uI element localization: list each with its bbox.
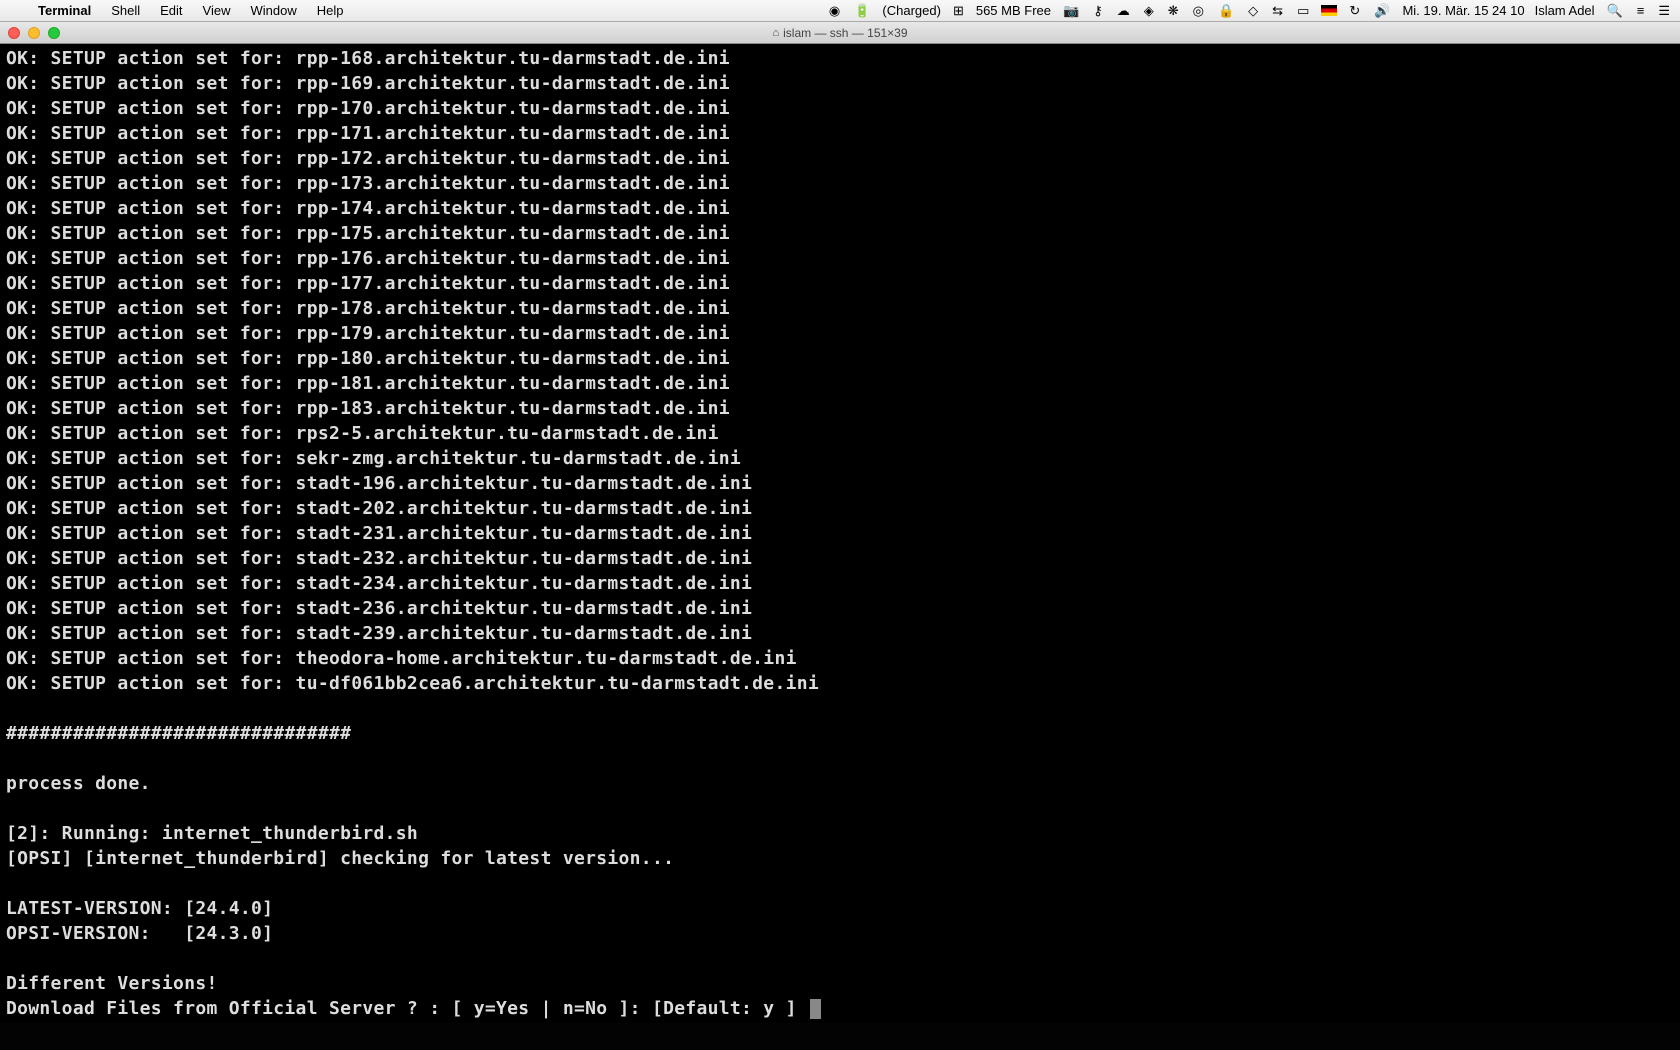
- terminal-line: OK: SETUP action set for: rpp-173.archit…: [6, 173, 730, 194]
- cursor: [810, 999, 821, 1019]
- home-icon: ⌂: [772, 27, 779, 39]
- lock-icon[interactable]: 🔒: [1216, 3, 1236, 19]
- window-titlebar[interactable]: ⌂ islam — ssh — 151×39: [0, 22, 1680, 44]
- terminal-line: OK: SETUP action set for: rpp-175.archit…: [6, 223, 730, 244]
- terminal-line: OK: SETUP action set for: sekr-zmg.archi…: [6, 448, 741, 469]
- terminal-line: OK: SETUP action set for: stadt-239.arch…: [6, 623, 752, 644]
- menu-edit[interactable]: Edit: [150, 3, 192, 18]
- menubar: Terminal Shell Edit View Window Help ◉ 🔋…: [0, 0, 1680, 22]
- menu-extras-icon[interactable]: ☰: [1656, 3, 1672, 19]
- terminal-line: OK: SETUP action set for: rpp-177.archit…: [6, 273, 730, 294]
- battery-status[interactable]: (Charged): [882, 3, 941, 18]
- terminal-line: [OPSI] [internet_thunderbird] checking f…: [6, 848, 674, 869]
- memory-icon[interactable]: ⊞: [951, 3, 966, 19]
- terminal-line: OK: SETUP action set for: rpp-169.archit…: [6, 73, 730, 94]
- terminal-line: LATEST-VERSION: [24.4.0]: [6, 898, 273, 919]
- menubar-right: ◉ 🔋 (Charged) ⊞ 565 MB Free 📷 ⚷ ☁ ◈ ❋ ◎ …: [827, 3, 1672, 19]
- app-name[interactable]: Terminal: [28, 3, 101, 18]
- terminal-line: ###############################: [6, 723, 351, 744]
- close-button[interactable]: [8, 27, 20, 39]
- terminal-body[interactable]: OK: SETUP action set for: rpp-168.archit…: [0, 44, 1680, 1023]
- terminal-line: OPSI-VERSION: [24.3.0]: [6, 923, 273, 944]
- terminal-line: OK: SETUP action set for: theodora-home.…: [6, 648, 797, 669]
- terminal-line: OK: SETUP action set for: rpp-183.archit…: [6, 398, 730, 419]
- terminal-line: OK: SETUP action set for: stadt-234.arch…: [6, 573, 752, 594]
- terminal-line: OK: SETUP action set for: stadt-236.arch…: [6, 598, 752, 619]
- terminal-line: process done.: [6, 773, 151, 794]
- terminal-line: [2]: Running: internet_thunderbird.sh: [6, 823, 418, 844]
- terminal-line: OK: SETUP action set for: rpp-180.archit…: [6, 348, 730, 369]
- username[interactable]: Islam Adel: [1535, 3, 1595, 18]
- battery-icon[interactable]: 🔋: [852, 3, 872, 19]
- menu-view[interactable]: View: [193, 3, 241, 18]
- traffic-lights: [0, 27, 68, 39]
- menubar-left: Terminal Shell Edit View Window Help: [8, 3, 354, 18]
- display-icon[interactable]: ▭: [1295, 3, 1311, 19]
- flag-de-icon[interactable]: [1321, 5, 1337, 16]
- terminal-line: OK: SETUP action set for: rpp-171.archit…: [6, 123, 730, 144]
- terminal-line: OK: SETUP action set for: rps2-5.archite…: [6, 423, 719, 444]
- timemachine-icon[interactable]: ↻: [1347, 3, 1362, 19]
- wifi-icon[interactable]: ◇: [1246, 3, 1260, 19]
- sync-icon[interactable]: ◉: [827, 3, 842, 19]
- terminal-line: OK: SETUP action set for: rpp-181.archit…: [6, 373, 730, 394]
- shield-icon[interactable]: ◎: [1191, 3, 1206, 19]
- network-icon[interactable]: ⇆: [1270, 3, 1285, 19]
- terminal-line: OK: SETUP action set for: rpp-168.archit…: [6, 48, 730, 69]
- terminal-line: OK: SETUP action set for: rpp-174.archit…: [6, 198, 730, 219]
- menu-help[interactable]: Help: [307, 3, 354, 18]
- terminal-line: OK: SETUP action set for: rpp-170.archit…: [6, 98, 730, 119]
- dropbox-icon[interactable]: ◈: [1142, 3, 1156, 19]
- terminal-prompt[interactable]: Download Files from Official Server ? : …: [6, 998, 808, 1019]
- window-title: ⌂ islam — ssh — 151×39: [772, 26, 907, 40]
- datetime[interactable]: Mi. 19. Mär. 15 24 10: [1402, 3, 1524, 18]
- terminal-line: OK: SETUP action set for: stadt-232.arch…: [6, 548, 752, 569]
- menu-shell[interactable]: Shell: [101, 3, 150, 18]
- evernote-icon[interactable]: ❋: [1166, 3, 1181, 19]
- terminal-line: OK: SETUP action set for: stadt-196.arch…: [6, 473, 752, 494]
- notifications-icon[interactable]: ≡: [1635, 3, 1647, 18]
- terminal-line: OK: SETUP action set for: rpp-179.archit…: [6, 323, 730, 344]
- terminal-line: OK: SETUP action set for: stadt-231.arch…: [6, 523, 752, 544]
- menu-window[interactable]: Window: [241, 3, 307, 18]
- minimize-button[interactable]: [28, 27, 40, 39]
- terminal-content-wrapper: OK: SETUP action set for: rpp-168.archit…: [0, 44, 1680, 1023]
- zoom-button[interactable]: [48, 27, 60, 39]
- camera-icon[interactable]: 📷: [1061, 3, 1081, 19]
- memory-free[interactable]: 565 MB Free: [976, 3, 1051, 18]
- volume-icon[interactable]: 🔊: [1372, 3, 1392, 19]
- window-title-text: islam — ssh — 151×39: [783, 26, 907, 40]
- cloud-icon[interactable]: ☁: [1115, 3, 1132, 19]
- terminal-line: OK: SETUP action set for: rpp-178.archit…: [6, 298, 730, 319]
- spotlight-icon[interactable]: 🔍: [1605, 3, 1625, 19]
- key-icon[interactable]: ⚷: [1091, 3, 1105, 19]
- terminal-line: OK: SETUP action set for: rpp-172.archit…: [6, 148, 730, 169]
- terminal-line: OK: SETUP action set for: stadt-202.arch…: [6, 498, 752, 519]
- terminal-line: OK: SETUP action set for: tu-df061bb2cea…: [6, 673, 819, 694]
- terminal-line: OK: SETUP action set for: rpp-176.archit…: [6, 248, 730, 269]
- terminal-line: Different Versions!: [6, 973, 218, 994]
